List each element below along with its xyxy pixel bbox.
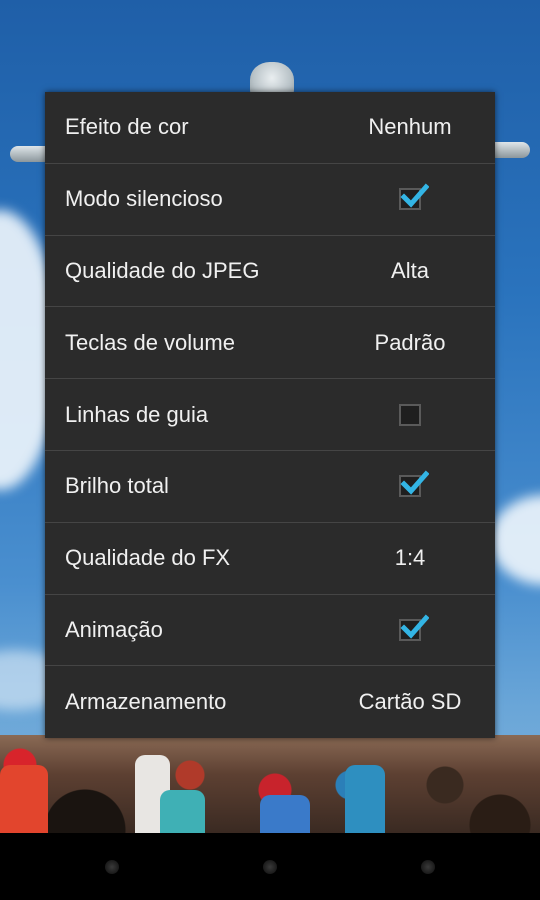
setting-row-efeito-de-cor[interactable]: Efeito de cor Nenhum (45, 92, 495, 164)
navigation-bar (0, 833, 540, 900)
setting-row-animacao[interactable]: Animação (45, 595, 495, 667)
setting-row-brilho-total[interactable]: Brilho total (45, 451, 495, 523)
setting-value: Alta (391, 257, 429, 283)
crowd-figure (260, 795, 310, 833)
checkbox-checked[interactable] (399, 614, 429, 641)
checkbox-container (325, 403, 495, 426)
setting-value: 1:4 (394, 545, 426, 571)
setting-label: Qualidade do JPEG (65, 257, 260, 283)
back-icon[interactable] (105, 860, 119, 874)
crowd-figure (0, 765, 48, 833)
setting-value: Cartão SD (358, 689, 462, 715)
setting-row-linhas-de-guia[interactable]: Linhas de guia (45, 379, 495, 451)
checkbox-checked[interactable] (399, 183, 429, 211)
setting-row-qualidade-do-fx[interactable]: Qualidade do FX 1:4 (45, 523, 495, 595)
setting-label: Qualidade do FX (65, 545, 231, 571)
setting-value: Padrão (374, 329, 446, 355)
crowd-figure (345, 765, 385, 833)
home-icon[interactable] (263, 860, 277, 874)
recent-apps-icon[interactable] (421, 860, 435, 874)
setting-label: Armazenamento (65, 689, 227, 715)
setting-label: Modo silencioso (65, 186, 223, 212)
setting-row-armazenamento[interactable]: Armazenamento Cartão SD (45, 666, 495, 738)
setting-row-teclas-de-volume[interactable]: Teclas de volume Padrão (45, 307, 495, 380)
checkmark-icon (400, 614, 429, 639)
setting-row-modo-silencioso[interactable]: Modo silencioso (45, 164, 495, 236)
checkbox-container (325, 614, 495, 641)
cloud (490, 495, 540, 585)
setting-row-qualidade-do-jpeg[interactable]: Qualidade do JPEG Alta (45, 236, 495, 308)
setting-label: Teclas de volume (65, 329, 235, 355)
setting-label: Efeito de cor (65, 114, 189, 140)
checkmark-icon (400, 183, 429, 208)
crowd-image (0, 735, 540, 833)
checkbox-unchecked[interactable] (399, 403, 421, 426)
crowd-figure (160, 790, 205, 833)
checkbox-checked[interactable] (399, 470, 429, 498)
settings-popup: Efeito de cor Nenhum Modo silencioso Qualid… (45, 92, 495, 738)
setting-label: Animação (65, 616, 163, 642)
checkbox-container (325, 470, 495, 498)
setting-label: Linhas de guia (65, 401, 209, 427)
checkmark-icon (400, 470, 429, 496)
setting-value: Nenhum (368, 114, 452, 140)
checkbox-container (325, 183, 495, 211)
setting-label: Brilho total (65, 473, 169, 499)
